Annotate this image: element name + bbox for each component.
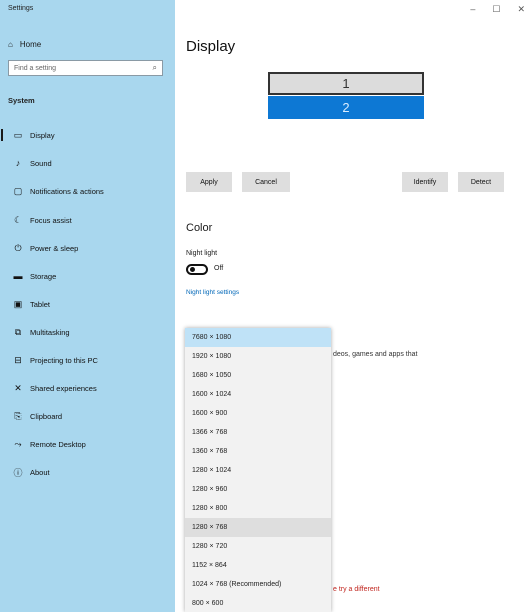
remote-desktop-icon: ⤳	[14, 438, 22, 449]
sidebar-item-storage[interactable]: ▬ Storage	[0, 266, 175, 286]
resolution-dropdown-list[interactable]: 7680 × 1080 1920 × 1080 1680 × 1050 1600…	[185, 328, 331, 612]
sidebar-item-remote-desktop[interactable]: ⤳ Remote Desktop	[0, 434, 175, 454]
search-icon: ⌕	[152, 63, 157, 72]
night-light-settings-link[interactable]: Night light settings	[186, 289, 239, 296]
night-light-label: Night light	[186, 250, 218, 257]
resolution-option[interactable]: 1920 × 1080	[185, 347, 331, 366]
sidebar-item-shared-experiences[interactable]: ✕ Shared experiences	[0, 378, 175, 398]
apply-button[interactable]: Apply	[186, 172, 232, 192]
resolution-option[interactable]: 1280 × 800	[185, 499, 331, 518]
section-label: System	[8, 96, 35, 105]
app-title: Settings	[8, 5, 34, 12]
sidebar-item-label: Power & sleep	[30, 243, 79, 253]
sidebar-item-notifications[interactable]: ▢ Notifications & actions	[0, 181, 175, 201]
clipboard-icon: ⎘	[14, 410, 22, 421]
resolution-option[interactable]: 1280 × 960	[185, 480, 331, 499]
sidebar-item-tablet[interactable]: ▣ Tablet	[0, 294, 175, 314]
sidebar-item-label: Shared experiences	[30, 383, 97, 393]
search-placeholder: Find a setting	[14, 64, 57, 72]
home-link[interactable]: ⌂ Home	[8, 40, 41, 49]
resolution-option[interactable]: 1360 × 768	[185, 442, 331, 461]
resolution-option[interactable]: 1280 × 720	[185, 537, 331, 556]
sidebar-item-clipboard[interactable]: ⎘ Clipboard	[0, 406, 175, 426]
sidebar-item-label: Clipboard	[30, 411, 63, 421]
page-title: Display	[186, 38, 236, 55]
cancel-button[interactable]: Cancel	[242, 172, 290, 192]
search-input[interactable]: Find a setting ⌕	[8, 60, 163, 76]
sidebar-item-label: Remote Desktop	[30, 439, 86, 449]
sidebar-item-power-sleep[interactable]: ⏻ Power & sleep	[0, 238, 175, 258]
sidebar-item-label: Notifications & actions	[30, 186, 104, 196]
sidebar-item-label: Multitasking	[30, 327, 70, 337]
multitasking-icon: ⧉	[14, 326, 22, 337]
sidebar-item-label: Storage	[30, 271, 57, 281]
speaker-icon: ♪	[15, 158, 21, 168]
home-icon: ⌂	[8, 40, 13, 49]
resolution-option[interactable]: 1280 × 768	[185, 518, 331, 537]
storage-icon: ▬	[13, 271, 23, 281]
sidebar-item-multitasking[interactable]: ⧉ Multitasking	[0, 322, 175, 342]
resolution-option[interactable]: 1600 × 1024	[185, 385, 331, 404]
power-icon: ⏻	[14, 242, 22, 253]
resolution-option[interactable]: 1366 × 768	[185, 423, 331, 442]
resolution-option[interactable]: 1600 × 900	[185, 404, 331, 423]
night-light-state: Off	[214, 265, 224, 272]
sidebar-item-label: Focus assist	[30, 215, 72, 225]
minimize-button[interactable]: –	[470, 4, 475, 15]
window-controls: – ☐ ✕	[470, 4, 525, 15]
resolution-option[interactable]: 1280 × 1024	[185, 461, 331, 480]
resolution-option[interactable]: 800 × 600	[185, 594, 331, 612]
detect-button[interactable]: Detect	[458, 172, 504, 192]
monitor-2[interactable]: 2	[268, 96, 424, 119]
sidebar-item-projecting[interactable]: ⊟ Projecting to this PC	[0, 350, 175, 370]
home-label: Home	[19, 40, 42, 49]
sidebar-item-about[interactable]: ⓘ About	[0, 462, 175, 482]
sidebar-item-label: Tablet	[30, 299, 51, 309]
color-heading: Color	[186, 222, 213, 234]
identify-button[interactable]: Identify	[402, 172, 448, 192]
sidebar-item-focus-assist[interactable]: ☾ Focus assist	[0, 210, 175, 230]
obscured-text: deos, games and apps that	[333, 351, 418, 358]
sidebar-item-display[interactable]: ▭ Display	[0, 125, 175, 145]
info-icon: ⓘ	[13, 467, 23, 478]
night-light-toggle[interactable]	[186, 264, 208, 275]
obscured-warning-text: e try a different	[333, 586, 380, 593]
resolution-option[interactable]: 1024 × 768 (Recommended)	[185, 575, 331, 594]
sidebar-item-label: Projecting to this PC	[30, 355, 98, 365]
sidebar-item-sound[interactable]: ♪ Sound	[0, 153, 175, 173]
sidebar-item-label: Display	[30, 130, 55, 140]
maximize-button[interactable]: ☐	[492, 4, 500, 15]
moon-icon: ☾	[13, 214, 23, 225]
sidebar-item-label: Sound	[30, 158, 52, 168]
resolution-option[interactable]: 7680 × 1080	[185, 328, 331, 347]
tablet-icon: ▣	[13, 298, 23, 309]
shared-icon: ✕	[14, 382, 22, 393]
close-button[interactable]: ✕	[517, 4, 525, 15]
resolution-option[interactable]: 1680 × 1050	[185, 366, 331, 385]
monitor-icon: ▭	[13, 129, 23, 140]
resolution-option[interactable]: 1152 × 864	[185, 556, 331, 575]
monitor-1[interactable]: 1	[268, 72, 424, 95]
sidebar-item-label: About	[30, 467, 50, 477]
projecting-icon: ⊟	[14, 354, 22, 365]
sidebar: Settings ⌂ Home Find a setting ⌕ System …	[0, 0, 175, 612]
notifications-icon: ▢	[13, 185, 23, 196]
